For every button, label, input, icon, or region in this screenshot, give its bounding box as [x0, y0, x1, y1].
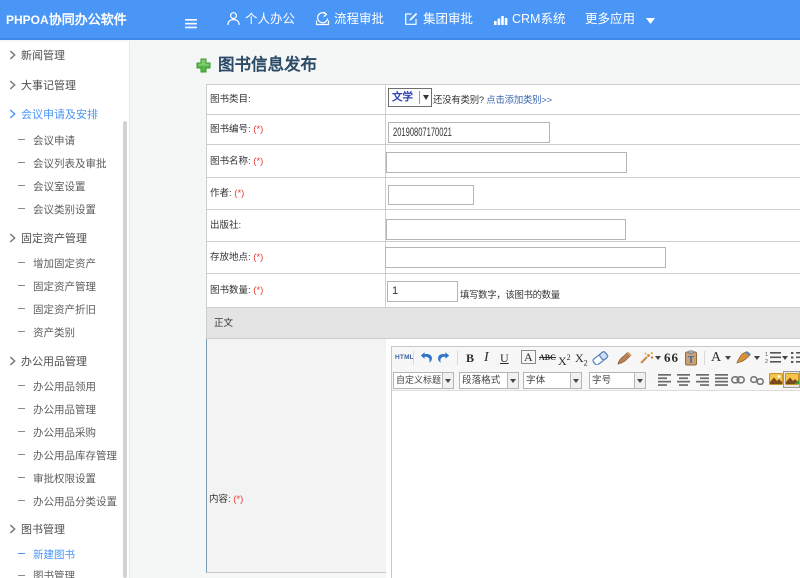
svg-text:1: 1	[765, 352, 768, 358]
svg-text:T: T	[688, 355, 694, 365]
svg-text:2: 2	[765, 359, 768, 364]
